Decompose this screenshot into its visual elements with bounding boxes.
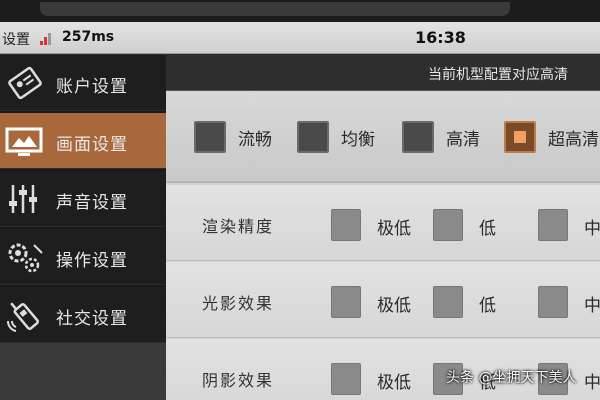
sidebar-item-label: 画面设置 — [56, 135, 128, 155]
option-checkbox[interactable] — [331, 286, 361, 318]
quality-preset-row: 流畅 均衡 高清 超高清 — [166, 91, 600, 183]
setting-label: 阴影效果 — [202, 371, 275, 390]
option-label: 中 — [584, 373, 600, 393]
gear-controls-icon — [4, 237, 46, 277]
watermark: 头条 @坐拥天下美人 — [446, 370, 577, 386]
sidebar-item-controls[interactable]: 操作设置 — [0, 229, 166, 285]
ping-value: 257ms — [62, 29, 115, 45]
sidebar-item-label: 声音设置 — [56, 193, 128, 213]
sidebar-item-social[interactable]: 社交设置 — [0, 287, 166, 343]
sidebar-item-display[interactable]: 画面设置 — [0, 113, 166, 169]
notice-text: 当前机型配置对应高清 — [428, 67, 568, 83]
sidebar-item-label: 账户设置 — [56, 77, 128, 97]
option-checkbox[interactable] — [538, 286, 568, 318]
setting-row-render-precision: 渲染精度 极低 低 中 — [166, 185, 600, 261]
option-checkbox[interactable] — [433, 286, 463, 318]
signal-icon — [40, 31, 56, 45]
sidebar-item-label: 操作设置 — [56, 251, 128, 271]
setting-row-lighting: 光影效果 极低 低 中 — [166, 262, 600, 338]
preset-label: 均衡 — [341, 130, 375, 150]
display-settings-panel: 当前机型配置对应高清 流畅 均衡 高清 超高清 渲染精度 极低 低 中 光影效果… — [166, 55, 600, 400]
option-checkbox[interactable] — [538, 209, 568, 241]
option-label: 极低 — [377, 296, 411, 316]
option-label: 极低 — [377, 219, 411, 239]
setting-label: 光影效果 — [202, 294, 275, 313]
sidebar-item-sound[interactable]: 声音设置 — [0, 171, 166, 227]
top-bezel — [0, 0, 600, 22]
clock: 16:38 — [415, 28, 466, 47]
preset-checkbox-checked[interactable] — [504, 121, 536, 153]
device-config-notice: 当前机型配置对应高清 — [166, 55, 600, 91]
sidebar-item-label: 社交设置 — [56, 309, 128, 329]
option-label: 极低 — [377, 373, 411, 393]
option-label: 低 — [479, 296, 496, 316]
option-label: 中 — [584, 219, 600, 239]
sidebar-footer — [0, 343, 166, 400]
preset-checkbox[interactable] — [402, 121, 434, 153]
option-checkbox[interactable] — [331, 209, 361, 241]
preset-checkbox[interactable] — [194, 121, 226, 153]
display-screen-icon — [4, 121, 46, 161]
option-checkbox[interactable] — [433, 209, 463, 241]
sidebar-item-account[interactable]: 账户设置 — [0, 55, 166, 111]
preset-checkbox[interactable] — [297, 121, 329, 153]
option-label: 低 — [479, 219, 496, 239]
settings-title: 设置 — [2, 32, 30, 48]
bezel-lip — [40, 2, 510, 16]
option-checkbox[interactable] — [331, 363, 361, 395]
account-card-icon — [4, 63, 46, 103]
audio-sliders-icon — [4, 179, 46, 219]
preset-label: 流畅 — [238, 130, 272, 150]
setting-label: 渲染精度 — [202, 217, 275, 236]
preset-label: 超高清 — [548, 130, 599, 150]
status-bar: 设置 257ms 16:38 — [0, 22, 600, 54]
walkie-talkie-icon — [4, 295, 46, 335]
option-label: 中 — [584, 296, 600, 316]
preset-label: 高清 — [446, 130, 480, 150]
